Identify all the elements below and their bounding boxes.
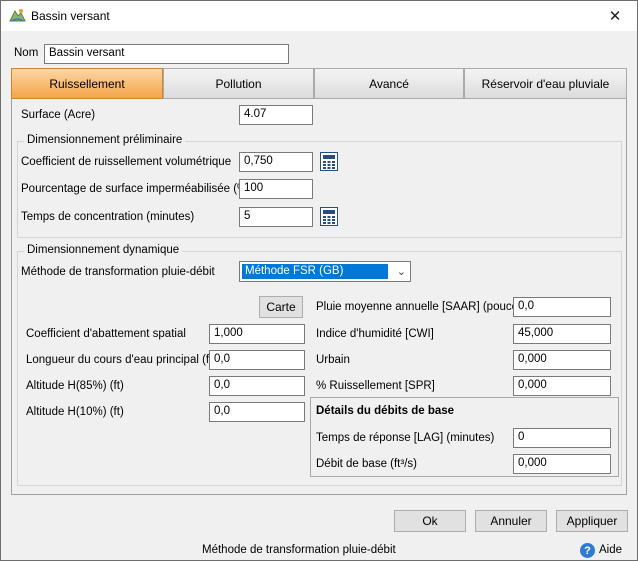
apply-button[interactable]: Appliquer — [556, 510, 628, 532]
tc-label: Temps de concentration (minutes) — [21, 211, 195, 223]
impervious-input[interactable]: 100 — [239, 179, 313, 199]
status-bar: Méthode de transformation pluie-débit ? … — [1, 540, 637, 560]
tab-ruissellement[interactable]: Ruissellement — [11, 68, 163, 99]
length-input[interactable]: 0,0 — [209, 350, 305, 370]
runoff-coef-input[interactable]: 0,750 — [239, 152, 313, 172]
catchment-app-icon — [9, 8, 26, 23]
abatement-input[interactable]: 1,000 — [209, 324, 305, 344]
surface-label: Surface (Acre) — [21, 109, 96, 121]
cwi-input[interactable]: 45,000 — [513, 324, 611, 344]
calculator-icon[interactable] — [320, 152, 338, 171]
length-label: Longueur du cours d'eau principal (ft) — [26, 354, 217, 366]
tab-pollution[interactable]: Pollution — [163, 68, 314, 99]
base-flow-title: Détails du débits de base — [316, 405, 455, 417]
alt10-input[interactable]: 0,0 — [209, 402, 305, 422]
saar-label: Pluie moyenne annuelle [SAAR] (pouce) — [316, 301, 522, 313]
method-select[interactable]: Méthode FSR (GB) ⌄ — [239, 261, 411, 282]
cwi-label: Indice d'humidité [CWI] — [316, 328, 434, 340]
close-button[interactable]: ✕ — [593, 1, 637, 31]
ok-button[interactable]: Ok — [394, 510, 466, 532]
name-input[interactable]: Bassin versant — [44, 44, 289, 64]
dialog-window: Bassin versant ✕ Nom Bassin versant Ruis… — [0, 0, 638, 561]
spr-label: % Ruissellement [SPR] — [316, 380, 435, 392]
alt85-label: Altitude H(85%) (ft) — [26, 380, 124, 392]
prelim-group-title: Dimensionnement préliminaire — [24, 134, 186, 146]
runoff-coef-label: Coefficient de ruissellement volumétriqu… — [21, 156, 232, 168]
help-icon[interactable]: ? — [580, 543, 595, 558]
tc-input[interactable]: 5 — [239, 207, 313, 227]
name-label: Nom — [14, 47, 39, 59]
impervious-label: Pourcentage de surface imperméabilisée (… — [21, 183, 252, 195]
spr-input[interactable]: 0,000 — [513, 376, 611, 396]
surface-input[interactable]: 4.07 — [239, 105, 313, 125]
alt85-input[interactable]: 0,0 — [209, 376, 305, 396]
base-flow-label: Débit de base (ft³/s) — [316, 458, 417, 470]
method-label: Méthode de transformation pluie-débit — [21, 266, 215, 278]
urban-label: Urbain — [316, 354, 350, 366]
tab-strip: Ruissellement Pollution Avancé Réservoir… — [11, 68, 627, 99]
base-flow-input[interactable]: 0,000 — [513, 454, 611, 474]
map-button[interactable]: Carte — [259, 296, 303, 318]
close-icon: ✕ — [608, 8, 622, 25]
tab-avance[interactable]: Avancé — [314, 68, 464, 99]
tab-panel: Surface (Acre) 4.07 Dimensionnement prél… — [11, 99, 627, 495]
lag-label: Temps de réponse [LAG] (minutes) — [316, 432, 495, 444]
saar-input[interactable]: 0,0 — [513, 297, 611, 317]
method-selected-value: Méthode FSR (GB) — [242, 264, 388, 279]
chevron-down-icon: ⌄ — [396, 266, 406, 278]
lag-input[interactable]: 0 — [513, 428, 611, 448]
dynamic-group-title: Dimensionnement dynamique — [24, 244, 183, 256]
calculator-icon[interactable] — [320, 207, 338, 226]
title-bar: Bassin versant ✕ — [1, 1, 637, 31]
window-title: Bassin versant — [31, 9, 110, 23]
cancel-button[interactable]: Annuler — [475, 510, 547, 532]
status-text: Méthode de transformation pluie-débit — [202, 544, 396, 556]
abatement-label: Coefficient d'abattement spatial — [26, 328, 186, 340]
help-link[interactable]: Aide — [599, 544, 622, 556]
urban-input[interactable]: 0,000 — [513, 350, 611, 370]
alt10-label: Altitude H(10%) (ft) — [26, 406, 124, 418]
tab-reservoir[interactable]: Réservoir d'eau pluviale — [464, 68, 627, 99]
